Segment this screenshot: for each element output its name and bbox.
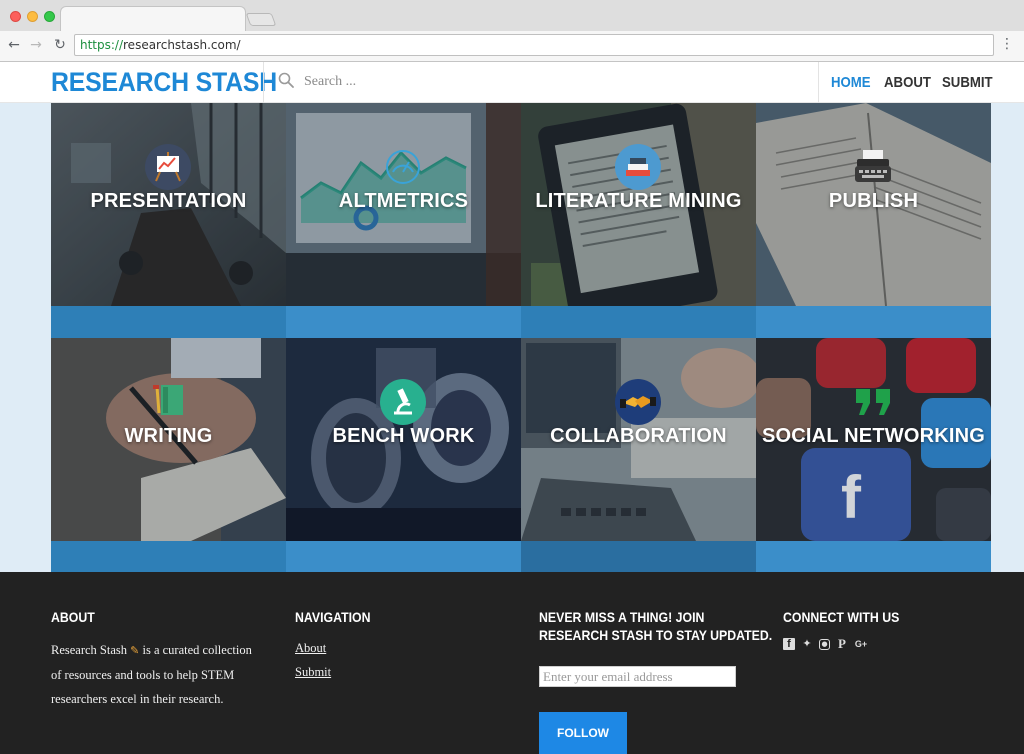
category-grid: PRESENTATION ALTMETRICS LITERATURE MININ…: [51, 103, 991, 573]
reload-icon[interactable]: ↻: [51, 36, 69, 54]
google-plus-icon[interactable]: G+: [854, 638, 868, 650]
quote-icon: [856, 389, 890, 415]
typewriter-icon: [855, 150, 891, 182]
footer-about-heading: ABOUT: [51, 609, 95, 625]
address-bar[interactable]: https://researchstash.com/: [74, 34, 994, 56]
social-icons: f ✦ ● P G+: [783, 637, 915, 650]
browser-menu-icon[interactable]: ⋮: [1000, 36, 1014, 52]
footer-about-brand: Research Stash: [51, 643, 128, 657]
search-bar: [263, 62, 819, 103]
tile-literature-mining[interactable]: LITERATURE MINING: [521, 103, 756, 338]
browser-chrome: ← → ↻ https://researchstash.com/ ⋮: [0, 0, 1024, 62]
newsletter-heading-line1: NEVER MISS A THING! JOIN: [539, 609, 705, 625]
tile-bar: [51, 306, 286, 338]
tile-label: SOCIAL NETWORKING: [761, 425, 986, 447]
tile-bar: [756, 306, 991, 338]
search-icon: [278, 72, 294, 88]
tile-label: PUBLISH: [828, 190, 919, 212]
minimize-window-button[interactable]: [27, 11, 38, 22]
footer-link-submit[interactable]: Submit: [295, 660, 381, 684]
follow-button[interactable]: FOLLOW: [539, 712, 627, 754]
search-input[interactable]: [304, 70, 704, 94]
notebook-pen-icon: [153, 385, 183, 415]
tile-label: COLLABORATION: [550, 425, 727, 447]
footer-connect: CONNECT WITH US f ✦ ● P G+: [783, 608, 915, 650]
tile-collaboration[interactable]: COLLABORATION: [521, 338, 756, 573]
website: RESEARCH STASH HOME ABOUT SUBMIT: [0, 62, 1024, 754]
site-logo[interactable]: RESEARCH STASH: [51, 67, 277, 98]
tile-bar: [286, 306, 521, 338]
tile-presentation[interactable]: PRESENTATION: [51, 103, 286, 338]
tile-label: LITERATURE MINING: [535, 190, 742, 212]
connect-heading: CONNECT WITH US: [783, 609, 900, 625]
footer-nav-heading: NAVIGATION: [295, 609, 371, 625]
tile-label: PRESENTATION: [90, 190, 247, 212]
tile-bar: [756, 541, 991, 573]
easel-chart-icon: [145, 144, 191, 190]
nav-home-link[interactable]: HOME: [831, 74, 871, 91]
twitter-icon[interactable]: ✦: [801, 638, 813, 650]
tile-bench-work[interactable]: BENCH WORK: [286, 338, 521, 573]
newsletter-heading-line2: RESEARCH STASH TO STAY UPDATED.: [539, 627, 773, 643]
pencil-icon: ✎: [130, 644, 140, 657]
tile-label: BENCH WORK: [332, 425, 475, 447]
tile-label: WRITING: [124, 425, 213, 447]
tile-social-networking[interactable]: f SOCIAL NETWORKING: [756, 338, 991, 573]
tile-label: ALTMETRICS: [338, 190, 469, 212]
tile-bar: [521, 306, 756, 338]
new-tab-button[interactable]: [245, 13, 277, 26]
footer-link-about[interactable]: About: [295, 636, 381, 660]
close-window-button[interactable]: [10, 11, 21, 22]
url-host: researchstash.com/: [123, 38, 241, 52]
nav-submit-link[interactable]: SUBMIT: [942, 74, 993, 91]
url-scheme: https://: [80, 38, 124, 52]
tile-altmetrics[interactable]: ALTMETRICS: [286, 103, 521, 338]
footer-about-text: Research Stash ✎ is a curated collection…: [51, 638, 261, 711]
email-field[interactable]: [539, 666, 736, 687]
maximize-window-button[interactable]: [44, 11, 55, 22]
browser-toolbar: ← → ↻ https://researchstash.com/ ⋮: [0, 31, 1024, 61]
gauge-icon: [386, 150, 420, 184]
browser-tab[interactable]: [60, 6, 246, 32]
footer-navigation: NAVIGATION About Submit: [295, 608, 381, 684]
facebook-icon[interactable]: f: [783, 638, 795, 650]
instagram-icon[interactable]: ●: [819, 638, 830, 650]
nav-about-link[interactable]: ABOUT: [884, 74, 931, 91]
tile-bar: [51, 541, 286, 573]
footer-newsletter: NEVER MISS A THING! JOIN RESEARCH STASH …: [539, 608, 773, 754]
tile-bar: [286, 541, 521, 573]
footer-about: ABOUT Research Stash ✎ is a curated coll…: [51, 608, 261, 711]
handshake-icon: [615, 379, 661, 425]
site-header: RESEARCH STASH HOME ABOUT SUBMIT: [0, 62, 1024, 103]
forward-arrow-icon[interactable]: →: [27, 36, 45, 54]
tile-publish[interactable]: PUBLISH: [756, 103, 991, 338]
site-footer: ABOUT Research Stash ✎ is a curated coll…: [0, 572, 1024, 754]
microscope-icon: [380, 379, 426, 425]
back-arrow-icon[interactable]: ←: [5, 36, 23, 54]
books-icon: [615, 144, 661, 190]
tile-bar: [521, 541, 756, 573]
pinterest-icon[interactable]: P: [836, 637, 848, 650]
tile-writing[interactable]: WRITING: [51, 338, 286, 573]
